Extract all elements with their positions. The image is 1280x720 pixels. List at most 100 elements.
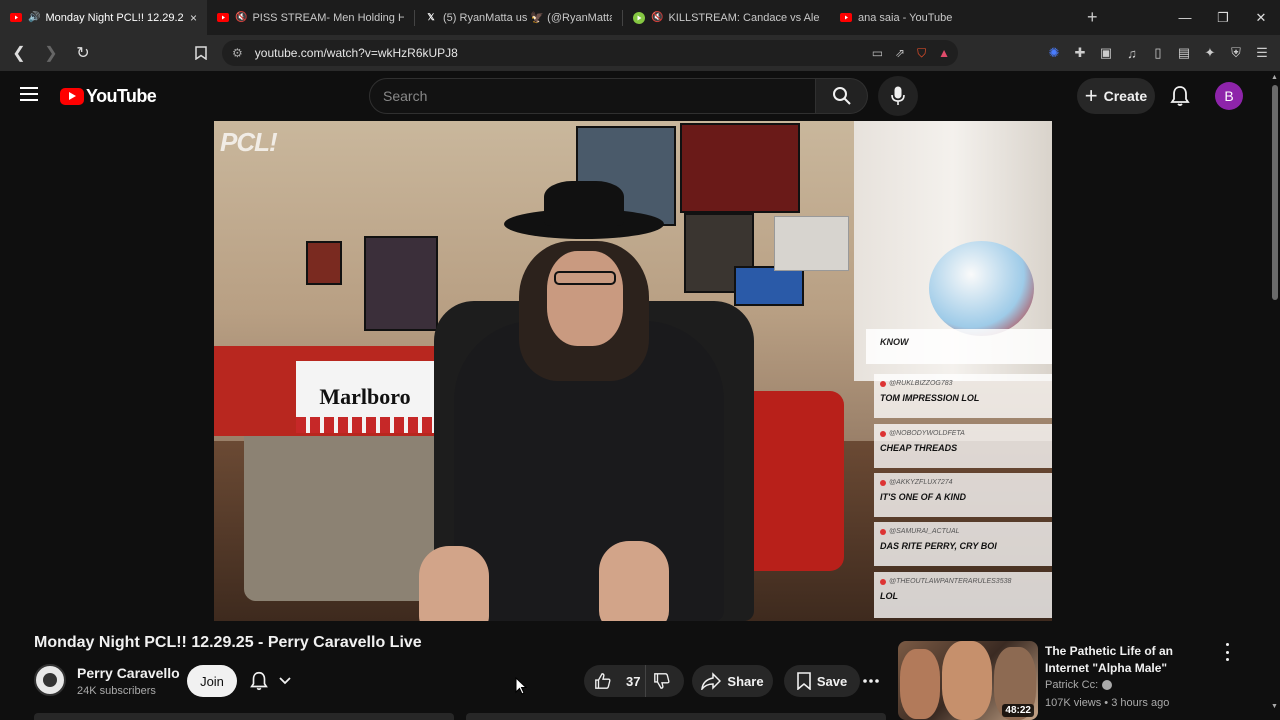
chat-message: @RUKLBIZZOG783 TOM IMPRESSION LOL	[874, 374, 1052, 418]
x-icon: 𝕏	[427, 12, 435, 22]
cast-icon[interactable]: ▭	[872, 46, 883, 60]
thumbs-down-icon	[654, 673, 670, 689]
dislike-button[interactable]	[646, 672, 684, 690]
youtube-dot-icon	[880, 479, 886, 486]
channel-name[interactable]: Perry Caravello	[77, 665, 180, 681]
recommended-channel[interactable]: Patrick Cc:	[1045, 679, 1113, 691]
tab-title: ana saia - YouTube	[858, 11, 953, 24]
scroll-up-icon[interactable]: ▲	[1271, 74, 1278, 81]
address-bar[interactable]: ⚙ youtube.com/watch?v=wkHzR6kUPJ8 ▭ ⇗ ⛉ …	[222, 40, 958, 66]
leo-ai-icon[interactable]: ✦	[1202, 45, 1218, 61]
page-scrollbar[interactable]: ▲ ▼	[1270, 71, 1280, 720]
video-scene-hand	[599, 541, 669, 621]
youtube-play-icon	[60, 88, 84, 105]
create-label: Create	[1103, 88, 1148, 104]
video-watermark: PCL!	[220, 127, 278, 157]
video-scene-sign: Marlboro	[296, 361, 434, 433]
more-horizontal-icon	[863, 679, 879, 683]
new-tab-button[interactable]: +	[1087, 7, 1098, 28]
youtube-icon	[10, 12, 22, 24]
video-scene-ac-unit	[774, 216, 849, 271]
youtube-logo[interactable]: YouTube	[60, 86, 157, 107]
more-actions-button[interactable]	[856, 665, 886, 697]
back-icon[interactable]: ❮	[6, 40, 32, 66]
save-bookmark-icon	[797, 672, 811, 690]
youtube-header: YouTube Search + Create B	[0, 71, 1280, 121]
chat-text: TOM IMPRESSION LOL	[880, 393, 980, 403]
chat-user: @NOBODYWOLDFETA	[889, 430, 965, 437]
recommended-video-title[interactable]: The Pathetic Life of an Internet "Alpha …	[1045, 643, 1215, 677]
url-text: youtube.com/watch?v=wkHzR6kUPJ8	[254, 46, 458, 60]
video-title: Monday Night PCL!! 12.29.25 - Perry Cara…	[34, 634, 422, 651]
speaker-icon[interactable]: 🔊	[28, 12, 40, 23]
guide-menu-icon[interactable]	[20, 87, 38, 101]
bookmark-icon[interactable]	[188, 40, 214, 66]
brave-rewards-icon[interactable]: ▲	[938, 46, 950, 60]
reload-icon[interactable]: ↻	[70, 40, 96, 66]
search-button[interactable]	[816, 78, 868, 114]
recommended-more-icon[interactable]	[1222, 643, 1232, 661]
minimize-icon[interactable]: —	[1166, 0, 1204, 35]
video-duration: 48:22	[1002, 704, 1034, 717]
youtube-dot-icon	[880, 578, 886, 585]
chat-message: @AKKYZFLUX7274 IT'S ONE OF A KIND	[874, 473, 1052, 517]
create-button[interactable]: + Create	[1077, 78, 1155, 114]
chat-message: @SAMURAI_ACTUAL DAS RITE PERRY, CRY BOI	[874, 522, 1052, 566]
wallet-crypto-icon[interactable]: ▤	[1176, 45, 1192, 61]
tab-title: PISS STREAM- Men Holding Han	[252, 11, 404, 24]
share-button[interactable]: Share	[692, 665, 773, 697]
subscription-notifications-button[interactable]	[248, 668, 300, 694]
muted-speaker-icon[interactable]: 🔇	[651, 12, 663, 23]
brave-shields-icon[interactable]: ⛉	[917, 46, 926, 61]
chat-user: @SAMURAI_ACTUAL	[889, 528, 960, 535]
tab-monday-night-pcl[interactable]: 🔊 Monday Night PCL!! 12.29.25 ×	[0, 0, 207, 35]
youtube-dot-icon	[880, 528, 886, 535]
wallet-icon[interactable]: ▣	[1098, 45, 1114, 61]
address-bar-actions: ▭ ⇗ ⛉ ▲	[872, 40, 950, 66]
video-player[interactable]: Marlboro PCL! KNOW @RUKLBIZZOG783 TOM IM…	[214, 121, 1052, 621]
like-button[interactable]: 37	[584, 665, 646, 697]
tab-killstream[interactable]: 🔇 KILLSTREAM: Candace vs Alex Ra	[623, 0, 830, 35]
extensions-area: ✺ ✚ ▣ ♫ ▯ ▤ ✦ ⛨ ☰	[1046, 35, 1280, 71]
like-dislike-group: 37	[584, 665, 684, 697]
share-icon[interactable]: ⇗	[895, 46, 905, 60]
tab-piss-stream[interactable]: 🔇 PISS STREAM- Men Holding Han	[207, 0, 414, 35]
channel-avatar[interactable]	[34, 664, 66, 696]
restore-icon[interactable]: ❐	[1204, 0, 1242, 35]
extensions-icon[interactable]: ✚	[1072, 45, 1088, 61]
menu-icon[interactable]: ☰	[1254, 45, 1270, 61]
tab-close-icon[interactable]: ×	[190, 11, 197, 25]
media-icon[interactable]: ♫	[1124, 46, 1140, 61]
notifications-bell-icon[interactable]	[1168, 84, 1192, 108]
voice-search-button[interactable]	[878, 76, 918, 116]
scrollbar-thumb[interactable]	[1272, 85, 1278, 300]
scroll-down-icon[interactable]: ▼	[1271, 703, 1278, 710]
account-avatar[interactable]: B	[1215, 82, 1243, 110]
chat-message: @THEOUTLAWPANTERARULES3538 LOL	[874, 572, 1052, 618]
muted-speaker-icon[interactable]: 🔇	[235, 12, 247, 23]
tab-ryanmatta[interactable]: 𝕏 (5) RyanMatta us 🦅 (@RyanMattaM	[415, 0, 622, 35]
window-controls: — ❐ ✕	[1166, 0, 1280, 35]
sidebar-icon[interactable]: ▯	[1150, 45, 1166, 61]
brave-vpn-icon[interactable]: ⛨	[1228, 45, 1244, 61]
close-icon[interactable]: ✕	[1242, 0, 1280, 35]
youtube-icon	[840, 12, 852, 24]
tab-ana-saia[interactable]: ana saia - YouTube	[830, 0, 1037, 35]
search-input[interactable]: Search	[369, 78, 816, 114]
chat-user: @THEOUTLAWPANTERARULES3538	[889, 578, 1012, 585]
forward-icon[interactable]: ❯	[38, 40, 64, 66]
verified-icon	[1102, 680, 1113, 690]
recommended-video-thumbnail[interactable]: 48:22	[898, 641, 1038, 720]
bell-icon	[250, 671, 268, 691]
live-chat-overlay: KNOW @RUKLBIZZOG783 TOM IMPRESSION LOL @…	[866, 329, 1052, 621]
tab-title: KILLSTREAM: Candace vs Alex Ra	[668, 11, 820, 24]
video-scene-glasses	[554, 271, 616, 285]
mouse-cursor-icon	[515, 677, 527, 695]
join-button[interactable]: Join	[187, 665, 237, 697]
recommended-channel-name: Patrick Cc:	[1045, 679, 1099, 691]
save-button[interactable]: Save	[784, 665, 860, 697]
video-scene-poster	[680, 123, 800, 213]
site-settings-icon[interactable]: ⚙	[232, 46, 243, 60]
chat-overlay-header: KNOW	[866, 329, 1052, 364]
vpn-icon[interactable]: ✺	[1046, 45, 1062, 61]
